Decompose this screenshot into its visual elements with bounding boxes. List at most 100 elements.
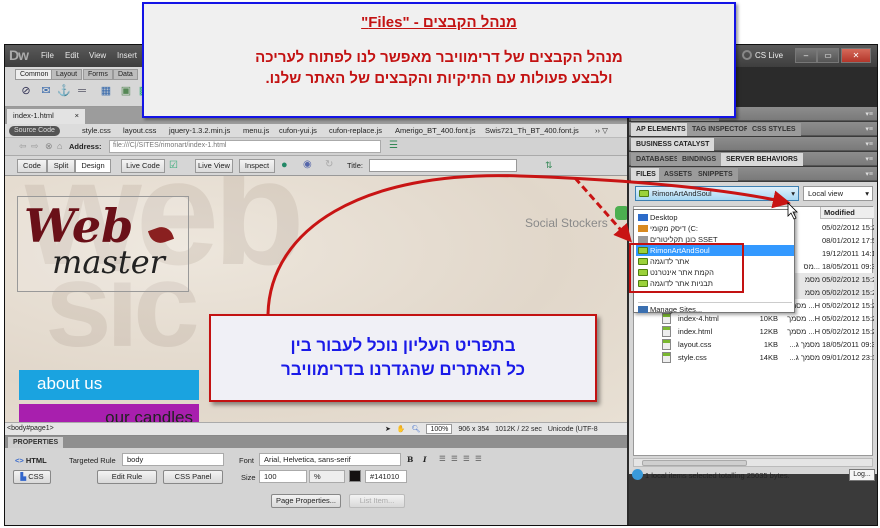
horizontal-scrollbar[interactable] <box>633 458 873 467</box>
nav-our-candles[interactable]: our candles <box>19 404 199 422</box>
css-panel-button[interactable]: CSS Panel <box>163 470 223 484</box>
related-file[interactable]: style.css <box>82 126 111 135</box>
refresh-icon[interactable]: ↻ <box>325 159 333 170</box>
window-size[interactable]: 906 x 354 <box>458 426 489 433</box>
log-button[interactable]: Log... <box>849 469 875 481</box>
css-mode-button[interactable]: ▙ CSS <box>13 470 51 484</box>
page-properties-button[interactable]: Page Properties... <box>271 494 341 508</box>
nav-about-us[interactable]: about us <box>19 370 199 400</box>
panel-menu-icon[interactable]: ▾≡ <box>865 110 873 118</box>
live-view-button[interactable]: Live View <box>195 159 233 173</box>
hyperlink-icon[interactable]: ⊘ <box>19 84 33 98</box>
tab-tag-inspector[interactable]: TAG INSPECTOR <box>687 123 754 136</box>
doc-tab-index-1[interactable]: index-1.html × <box>7 109 85 124</box>
bold-button[interactable]: B <box>407 455 413 464</box>
file-management-icon[interactable]: ⇅ <box>545 160 553 171</box>
tab-business-catalyst[interactable]: BUSINESS CATALYST <box>631 138 715 151</box>
tab-server-behaviors[interactable]: SERVER BEHAVIORS <box>721 153 803 166</box>
font-select[interactable]: Arial, Helvetica, sans-serif <box>259 453 401 466</box>
split-view-button[interactable]: Split <box>47 159 75 173</box>
stop-icon[interactable]: ⊗ <box>45 141 53 152</box>
color-input[interactable]: #141010 <box>365 470 407 483</box>
forward-icon[interactable]: ⇨ <box>31 141 39 152</box>
color-swatch[interactable] <box>349 470 361 482</box>
insert-tab-forms[interactable]: Forms <box>83 69 113 80</box>
zoom-tool-icon[interactable]: 🔍︎ <box>412 425 421 433</box>
related-file[interactable]: cufon-replace.js <box>329 126 382 135</box>
align-right-icon[interactable]: ☰ <box>463 454 470 463</box>
insert-tab-data[interactable]: Data <box>113 69 138 80</box>
column-header-modified[interactable]: Modified <box>820 207 874 219</box>
italic-button[interactable]: I <box>423 455 427 464</box>
address-input[interactable]: file:///C|/SITES/rimonart/index-1.html <box>109 140 381 153</box>
back-icon[interactable]: ⇦ <box>19 141 27 152</box>
file-row[interactable]: index.html 12KB H... מסמך05/02/2012 15:29 <box>634 325 874 338</box>
size-unit-select[interactable]: % <box>309 470 345 483</box>
related-file[interactable]: Amerigo_BT_400.font.js <box>395 126 475 135</box>
tab-snippets[interactable]: SNIPPETS <box>693 168 738 181</box>
cs-live-button[interactable]: CS Live <box>755 51 783 60</box>
related-file[interactable]: jquery-1.3.2.min.js <box>169 126 230 135</box>
zoom-select[interactable]: 100% <box>426 424 453 434</box>
email-link-icon[interactable]: ✉ <box>39 84 53 98</box>
related-file[interactable]: Swis721_Th_BT_400.font.js <box>485 126 579 135</box>
tag-selector[interactable]: <body#page1> <box>7 425 54 432</box>
more-files-icon[interactable]: ›› ▽ <box>595 126 608 135</box>
related-file[interactable]: menu.js <box>243 126 269 135</box>
cs-live-icon[interactable] <box>742 50 752 60</box>
panel-menu-icon[interactable]: ▾≡ <box>865 155 873 163</box>
tab-assets[interactable]: ASSETS <box>659 168 698 181</box>
home-icon[interactable]: ⌂ <box>57 141 62 151</box>
site-option[interactable]: דיסק מקומי (C: <box>636 223 794 234</box>
visual-aids-icon[interactable]: ◉ <box>303 159 312 170</box>
file-row[interactable]: style.css 14KB מסמך ג...09/01/2012 23:12 <box>634 351 874 364</box>
insert-tab-common[interactable]: Common <box>15 69 54 80</box>
related-file[interactable]: cufon-yui.js <box>279 126 317 135</box>
tab-databases[interactable]: DATABASES <box>631 153 684 166</box>
minimize-button[interactable]: – <box>795 48 817 63</box>
tab-css-styles[interactable]: CSS STYLES <box>747 123 801 136</box>
pointer-tool-icon[interactable]: ➤ <box>385 425 391 433</box>
insert-tab-layout[interactable]: Layout <box>51 69 83 80</box>
size-select[interactable]: 100 <box>259 470 307 483</box>
div-icon[interactable]: ▣ <box>119 84 133 98</box>
scrollbar-thumb[interactable] <box>642 460 747 466</box>
menu-edit[interactable]: Edit <box>65 51 79 60</box>
file-row[interactable]: layout.css 1KB מסמך ג...18/05/2011 09:39 <box>634 338 874 351</box>
menu-view[interactable]: View <box>89 51 106 60</box>
view-select[interactable]: Local view ▾ <box>803 186 873 201</box>
source-code-button[interactable]: Source Code <box>9 126 60 136</box>
properties-tab[interactable]: PROPERTIES <box>8 437 64 448</box>
design-view-button[interactable]: Design <box>75 159 111 173</box>
close-button[interactable]: ✕ <box>841 48 871 63</box>
panel-menu-icon[interactable]: ▾≡ <box>865 125 873 133</box>
panel-menu-icon[interactable]: ▾≡ <box>865 140 873 148</box>
panel-menu-icon[interactable]: ▾≡ <box>865 170 873 178</box>
inspect-button[interactable]: Inspect <box>239 159 275 173</box>
restore-button[interactable]: ▭ <box>817 48 839 63</box>
preview-browser-icon[interactable]: ● <box>281 159 288 171</box>
align-left-icon[interactable]: ☰ <box>439 454 446 463</box>
hand-tool-icon[interactable]: ✋ <box>397 425 406 433</box>
edit-rule-button[interactable]: Edit Rule <box>97 470 157 484</box>
tab-bindings[interactable]: BINDINGS <box>677 153 722 166</box>
tab-ap-elements[interactable]: AP ELEMENTS <box>631 123 691 136</box>
check-browser-icon[interactable]: ☑ <box>169 160 178 171</box>
justify-icon[interactable]: ☰ <box>475 454 482 463</box>
align-center-icon[interactable]: ☰ <box>451 454 458 463</box>
menu-file[interactable]: File <box>41 51 54 60</box>
close-tab-icon[interactable]: × <box>75 111 79 120</box>
browse-options-icon[interactable]: ☰ <box>389 140 398 151</box>
site-option[interactable]: Desktop <box>636 212 794 223</box>
code-view-button[interactable]: Code <box>17 159 47 173</box>
title-input[interactable] <box>369 159 517 172</box>
tab-files[interactable]: FILES <box>631 168 661 181</box>
menu-insert[interactable]: Insert <box>117 51 137 60</box>
horizontal-rule-icon[interactable]: ═ <box>75 84 89 98</box>
site-option[interactable]: Manage Sites... <box>636 304 794 315</box>
related-file[interactable]: layout.css <box>123 126 156 135</box>
live-code-button[interactable]: Live Code <box>121 159 165 173</box>
targeted-rule-select[interactable]: body <box>122 453 224 466</box>
table-icon[interactable]: ▦ <box>99 84 113 98</box>
site-select[interactable]: RimonArtAndSoul ▾ <box>635 186 799 201</box>
